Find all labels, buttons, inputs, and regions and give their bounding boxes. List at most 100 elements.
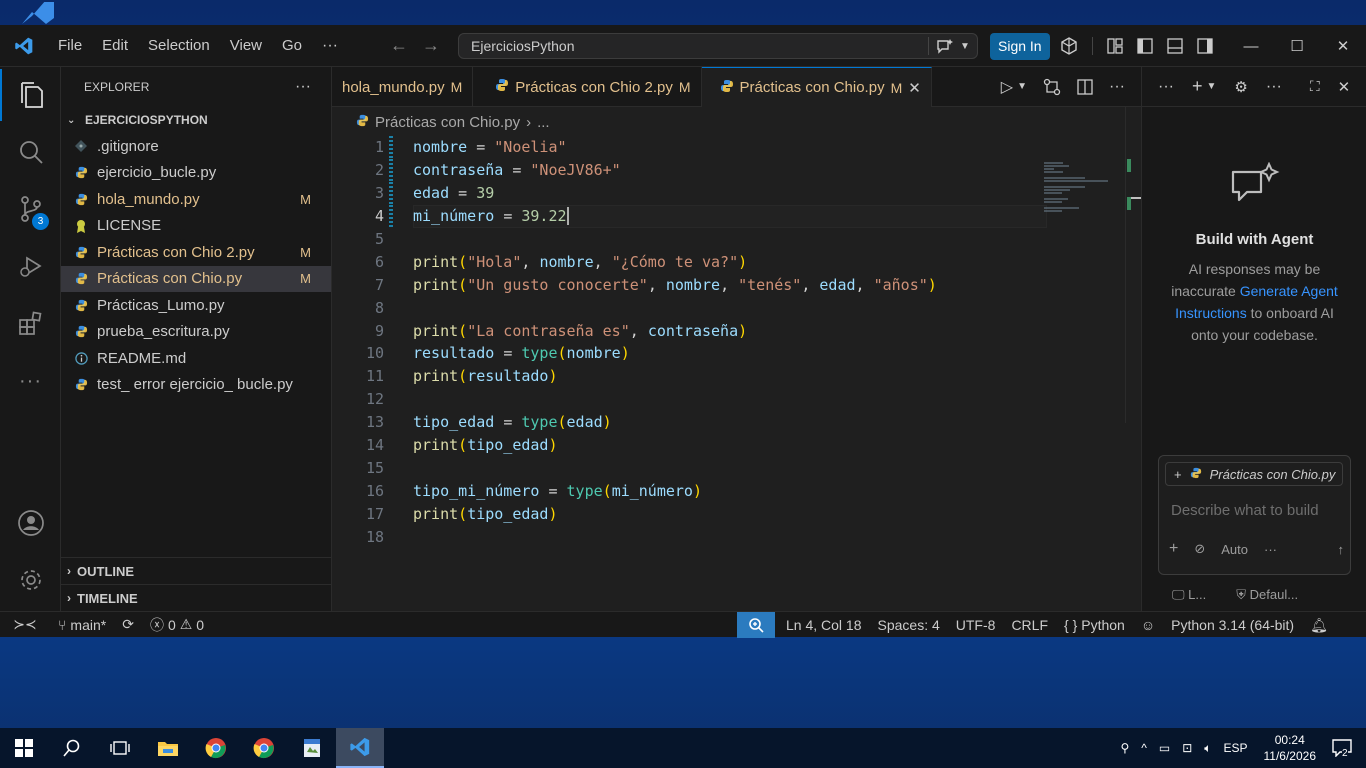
chevron-down-icon[interactable]: ▼ <box>1207 81 1217 92</box>
more-views-icon[interactable]: ··· <box>0 355 61 407</box>
file-item[interactable]: ejercicio_bucle.py <box>61 160 331 187</box>
file-item[interactable]: prueba_escritura.py <box>61 319 331 346</box>
menu-view[interactable]: View <box>220 25 272 67</box>
branch-status[interactable]: ⑂ main* <box>50 612 114 638</box>
chat-toggle[interactable]: ▼ <box>929 38 977 54</box>
run-debug-activity[interactable] <box>0 240 61 292</box>
customize-layout-icon[interactable] <box>1107 38 1123 54</box>
editor-scrollbar[interactable] <box>1125 107 1141 423</box>
compare-changes-icon[interactable] <box>1043 78 1061 96</box>
mode-picker[interactable]: Auto <box>1221 542 1248 557</box>
command-center[interactable]: EjerciciosPython ▼ <box>458 33 978 59</box>
forward-arrow-icon[interactable]: → <box>422 35 440 56</box>
minimap[interactable] <box>1044 162 1116 212</box>
explorer-activity[interactable] <box>0 69 61 121</box>
people-icon[interactable]: ⚲ <box>1114 741 1135 755</box>
sign-in-button[interactable]: Sign In <box>990 33 1050 60</box>
more-actions-icon[interactable]: ··· <box>1109 78 1125 96</box>
file-item[interactable]: LICENSE <box>61 213 331 240</box>
sync-icon[interactable]: ⟳ <box>114 612 142 638</box>
more-actions-icon[interactable]: ··· <box>1266 78 1282 96</box>
language-mode[interactable]: { } Python <box>1056 612 1133 638</box>
chat-foot-right[interactable]: ⛨ Defaul... <box>1236 587 1298 603</box>
battery-icon[interactable]: ▭ <box>1153 741 1176 755</box>
input-language[interactable]: ESP <box>1217 741 1253 755</box>
accounts-activity[interactable] <box>0 497 61 549</box>
code-line[interactable]: 15 <box>332 456 1092 479</box>
manage-activity[interactable] <box>0 554 61 606</box>
network-icon[interactable]: ⊡ <box>1176 741 1198 755</box>
code-line[interactable]: 12 <box>332 388 1092 411</box>
file-item[interactable]: test_ error ejercicio_ bucle.py <box>61 372 331 399</box>
code-line[interactable]: 3 edad = 39 <box>332 181 1092 205</box>
code-line[interactable]: 17 print(tipo_edad) <box>332 502 1092 525</box>
code-line[interactable]: 14 print(tipo_edad) <box>332 434 1092 457</box>
run-icon[interactable]: ▷ <box>1001 77 1013 97</box>
file-item[interactable]: README.md <box>61 345 331 372</box>
close-tab-icon[interactable]: ✕ <box>908 79 921 97</box>
code-line[interactable]: 16 tipo_mi_número = type(mi_número) <box>332 479 1092 502</box>
vscode-taskbar-icon[interactable] <box>336 728 384 768</box>
context-chip[interactable]: + Prácticas con Chio.py <box>1165 462 1343 486</box>
interpreter[interactable]: Python 3.14 (64-bit) <box>1163 612 1302 638</box>
code-line[interactable]: 6 print("Hola", nombre, "¿Cómo te va?") <box>332 250 1092 273</box>
code-line[interactable]: 10 resultado = type(nombre) <box>332 342 1092 365</box>
minimize-icon[interactable]: — <box>1228 25 1274 67</box>
file-explorer-icon[interactable] <box>144 728 192 768</box>
chevron-up-icon[interactable]: ^ <box>1135 741 1153 755</box>
code-line[interactable]: 4 mi_número = 39.22 <box>332 204 1092 228</box>
copilot-status-icon[interactable]: ☺ <box>1133 612 1163 638</box>
gear-icon[interactable]: ⚙ <box>1234 78 1247 96</box>
menu-edit[interactable]: Edit <box>92 25 138 67</box>
chrome-icon-2[interactable] <box>240 728 288 768</box>
extensions-activity[interactable] <box>0 297 61 349</box>
maximize-panel-icon[interactable]: ⛶ <box>1310 78 1320 95</box>
chat-input-box[interactable]: + Prácticas con Chio.py Describe what to… <box>1158 455 1351 575</box>
split-editor-icon[interactable] <box>1077 78 1093 95</box>
notifications-icon[interactable]: 2 <box>1326 739 1366 759</box>
tab-practicas-chio-2[interactable]: Prácticas con Chio 2.py M <box>473 67 702 107</box>
volume-icon[interactable]: 🔈︎ <box>1198 741 1217 756</box>
timeline-section[interactable]: › TIMELINE <box>61 584 331 611</box>
code-line[interactable]: 9 print("La contraseña es", contraseña) <box>332 319 1092 342</box>
menu-go[interactable]: Go <box>272 25 312 67</box>
more-menu-icon[interactable]: ··· <box>312 37 348 55</box>
code-line[interactable]: 11 print(resultado) <box>332 365 1092 388</box>
code-line[interactable]: 1 nombre = "Noelia" <box>332 136 1092 159</box>
line-ending[interactable]: CRLF <box>1003 612 1056 638</box>
code-line[interactable]: 7 print("Un gusto conocerte", nombre, "te… <box>332 273 1092 296</box>
file-item[interactable]: Prácticas con Chio 2.py M <box>61 239 331 266</box>
workspace-folder[interactable]: ⌄ EJERCICIOSPYTHON <box>61 107 331 133</box>
copilot-icon[interactable] <box>1060 37 1078 55</box>
problems-status[interactable]: ⓧ 0 ⚠ 0 <box>142 612 212 638</box>
code-line[interactable]: 5 <box>332 228 1092 251</box>
breadcrumb-file[interactable]: Prácticas con Chio.py <box>375 114 520 131</box>
tools-icon[interactable]: ⊘ <box>1194 541 1205 557</box>
back-arrow-icon[interactable]: ← <box>390 35 408 56</box>
file-item[interactable]: Prácticas_Lumo.py <box>61 292 331 319</box>
file-item[interactable]: hola_mundo.py M <box>61 186 331 213</box>
toggle-primary-sidebar-icon[interactable] <box>1137 38 1153 54</box>
cursor-position[interactable]: Ln 4, Col 18 <box>778 612 870 638</box>
explorer-more-icon[interactable]: ··· <box>295 78 311 96</box>
add-context-icon[interactable]: + <box>1174 467 1182 482</box>
chat-more-icon[interactable]: ··· <box>1158 78 1174 96</box>
remote-icon[interactable]: ≻≺ <box>0 612 50 638</box>
file-item[interactable]: .gitignore <box>61 133 331 160</box>
menu-file[interactable]: File <box>48 25 92 67</box>
close-panel-icon[interactable]: ✕ <box>1338 78 1351 96</box>
code-line[interactable]: 8 <box>332 296 1092 319</box>
send-icon[interactable]: ↑ <box>1338 542 1345 557</box>
chrome-icon[interactable] <box>192 728 240 768</box>
code-line[interactable]: 2 contraseña = "NoeJV86+" <box>332 158 1092 182</box>
tab-practicas-chio[interactable]: Prácticas con Chio.py M ✕ <box>701 67 932 107</box>
clock[interactable]: 00:24 11/6/2026 <box>1254 732 1327 764</box>
windows-start-icon[interactable] <box>0 728 48 768</box>
zoom-icon[interactable] <box>737 612 775 638</box>
breadcrumb-more[interactable]: ... <box>537 114 550 131</box>
close-window-icon[interactable]: ✕ <box>1320 25 1366 67</box>
menu-selection[interactable]: Selection <box>138 25 220 67</box>
code-line[interactable]: 13 tipo_edad = type(edad) <box>332 411 1092 434</box>
toggle-secondary-sidebar-icon[interactable] <box>1197 38 1213 54</box>
source-control-activity[interactable]: 3 <box>0 183 61 235</box>
